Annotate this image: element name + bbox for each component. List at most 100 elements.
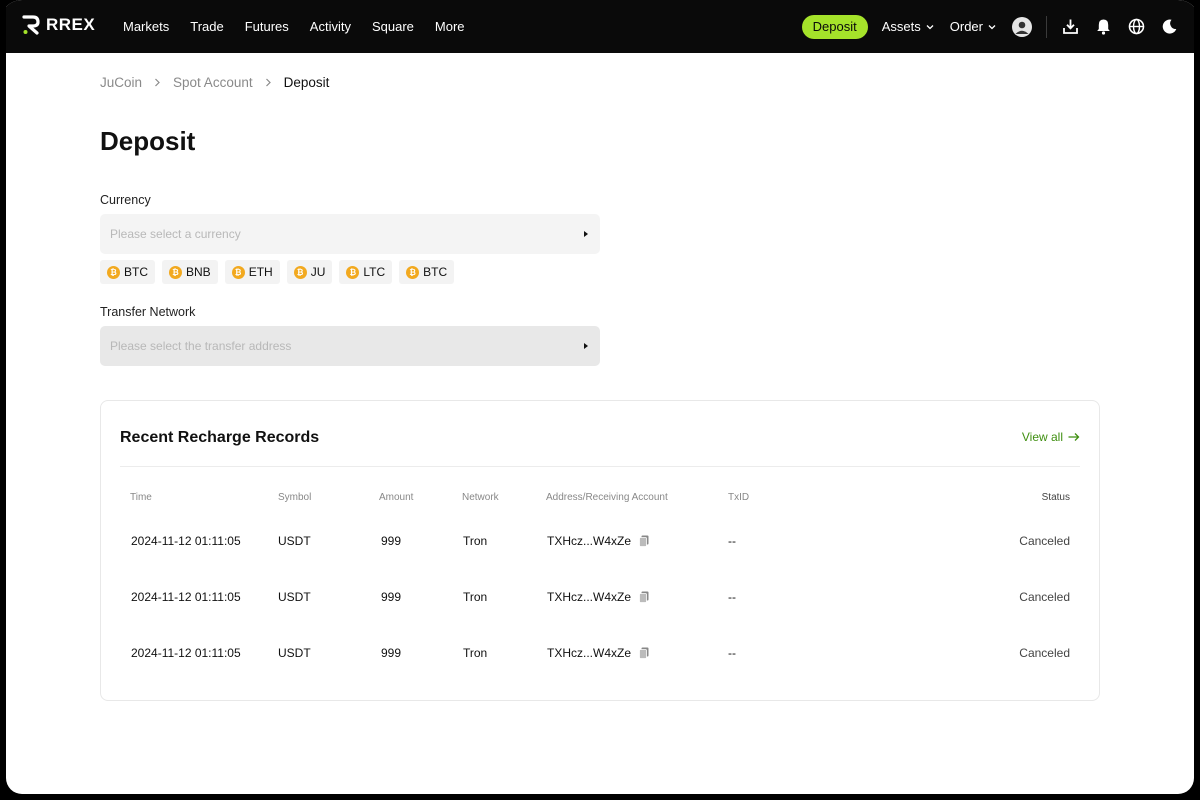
row-status: Canceled: [1019, 646, 1070, 660]
row-network: Tron: [463, 534, 488, 548]
card-divider: [120, 466, 1080, 467]
table-header: Time Symbol Amount Network Address/Recei…: [101, 492, 1099, 506]
currency-chip[interactable]: ₿ BTC: [100, 260, 155, 284]
view-all-link[interactable]: View all: [1022, 430, 1080, 444]
currency-chip[interactable]: ₿ ETH: [224, 260, 280, 284]
nav-trade[interactable]: Trade: [190, 19, 223, 34]
col-txid: TxID: [728, 492, 750, 503]
chip-label: BTC: [124, 265, 148, 279]
order-label: Order: [949, 19, 983, 34]
breadcrumb-spot-account[interactable]: Spot Account: [173, 75, 253, 90]
col-symbol: Symbol: [278, 492, 312, 503]
row-network: Tron: [463, 646, 488, 660]
address-text: TXHcz...W4xZe: [547, 590, 632, 604]
row-status: Canceled: [1019, 590, 1070, 604]
nav-activity[interactable]: Activity: [310, 19, 351, 34]
globe-icon[interactable]: [1127, 18, 1145, 36]
row-symbol: USDT: [278, 590, 311, 604]
order-dropdown[interactable]: Order: [950, 19, 996, 34]
table-row: 2024-11-12 01:11:05 USDT 999 Tron TXHcz.…: [101, 590, 1099, 610]
network-select[interactable]: Please select the transfer address: [100, 326, 600, 366]
currency-select[interactable]: Please select a currency: [100, 214, 600, 254]
coin-icon: ₿: [169, 265, 182, 279]
nav-markets[interactable]: Markets: [123, 19, 169, 34]
address-text: TXHcz...W4xZe: [547, 646, 632, 660]
records-title: Recent Recharge Records: [120, 429, 320, 446]
chevron-down-icon: [988, 24, 996, 29]
view-all-label: View all: [1021, 430, 1063, 444]
assets-label: Assets: [881, 19, 921, 34]
nav-futures[interactable]: Futures: [245, 19, 289, 34]
currency-chip[interactable]: ₿ JU: [286, 260, 333, 284]
copy-icon[interactable]: [639, 535, 649, 547]
coin-icon: ₿: [406, 265, 420, 279]
coin-icon: ₿: [231, 265, 245, 279]
breadcrumb: JuCoin Spot Account Deposit: [100, 75, 329, 90]
caret-right-icon: [584, 231, 588, 237]
col-time: Time: [130, 492, 152, 503]
currency-chip[interactable]: ₿ BTC: [399, 260, 455, 284]
chip-label: BTC: [423, 265, 448, 279]
row-address: TXHcz...W4xZe: [547, 646, 649, 660]
currency-label: Currency: [100, 193, 151, 207]
network-label: Transfer Network: [100, 305, 196, 319]
col-amount: Amount: [379, 492, 414, 503]
page-title: Deposit: [100, 126, 196, 156]
row-symbol: USDT: [278, 646, 311, 660]
app-screen: RREX Markets Trade Futures Activity Squa…: [6, 0, 1194, 794]
moon-icon[interactable]: [1160, 18, 1178, 36]
brand-logo[interactable]: RREX: [22, 15, 95, 35]
arrow-right-icon: [1068, 433, 1080, 441]
row-status: Canceled: [1019, 534, 1070, 548]
caret-right-icon: [584, 343, 588, 349]
copy-icon[interactable]: [639, 647, 649, 659]
recharge-records-card: Recent Recharge Records View all Time Sy…: [100, 400, 1100, 701]
row-txid: --: [728, 646, 736, 660]
row-amount: 999: [381, 590, 402, 604]
coin-icon: ₿: [107, 265, 120, 279]
address-text: TXHcz...W4xZe: [547, 534, 632, 548]
coin-icon: ₿: [346, 265, 360, 279]
user-avatar-icon[interactable]: [1012, 16, 1032, 37]
currency-chip[interactable]: ₿ LTC: [339, 260, 393, 284]
breadcrumb-deposit: Deposit: [283, 75, 330, 90]
row-txid: --: [728, 590, 736, 604]
deposit-button[interactable]: Deposit: [801, 14, 868, 39]
chip-label: BNB: [186, 265, 211, 279]
copy-icon[interactable]: [639, 591, 649, 603]
row-network: Tron: [463, 590, 488, 604]
row-symbol: USDT: [278, 534, 311, 548]
currency-chip[interactable]: ₿ BNB: [162, 260, 218, 284]
row-address: TXHcz...W4xZe: [547, 534, 649, 548]
chevron-right-icon: [265, 76, 272, 90]
nav-more[interactable]: More: [435, 19, 465, 34]
bell-icon[interactable]: [1094, 18, 1112, 36]
col-network: Network: [462, 492, 499, 503]
chevron-right-icon: [154, 76, 161, 90]
chip-label: JU: [310, 265, 326, 279]
brand-name: RREX: [46, 15, 96, 34]
network-placeholder: Please select the transfer address: [110, 339, 292, 353]
table-row: 2024-11-12 01:11:05 USDT 999 Tron TXHcz.…: [101, 646, 1099, 666]
col-status: Status: [1041, 492, 1070, 503]
logo-mark-icon: [22, 15, 40, 35]
assets-dropdown[interactable]: Assets: [882, 19, 934, 34]
nav-square[interactable]: Square: [372, 19, 414, 34]
breadcrumb-jucoin[interactable]: JuCoin: [100, 75, 142, 90]
row-txid: --: [728, 534, 736, 548]
coin-icon: ₿: [293, 265, 307, 279]
chevron-down-icon: [926, 24, 934, 29]
download-icon[interactable]: [1061, 18, 1079, 36]
currency-quick-picks: ₿ BTC ₿ BNB ₿ ETH ₿ JU ₿ LTC ₿ BTC: [100, 260, 455, 284]
row-amount: 999: [381, 646, 402, 660]
row-time: 2024-11-12 01:11:05: [131, 590, 241, 604]
user-silhouette-icon: [1015, 21, 1029, 34]
row-time: 2024-11-12 01:11:05: [131, 646, 241, 660]
nav-links: Markets Trade Futures Activity Square Mo…: [123, 0, 486, 53]
row-amount: 999: [381, 534, 402, 548]
device-frame: RREX Markets Trade Futures Activity Squa…: [0, 0, 1200, 800]
row-time: 2024-11-12 01:11:05: [131, 534, 241, 548]
table-row: 2024-11-12 01:11:05 USDT 999 Tron TXHcz.…: [101, 534, 1099, 554]
currency-placeholder: Please select a currency: [110, 227, 241, 241]
top-navbar: RREX Markets Trade Futures Activity Squa…: [6, 0, 1194, 53]
